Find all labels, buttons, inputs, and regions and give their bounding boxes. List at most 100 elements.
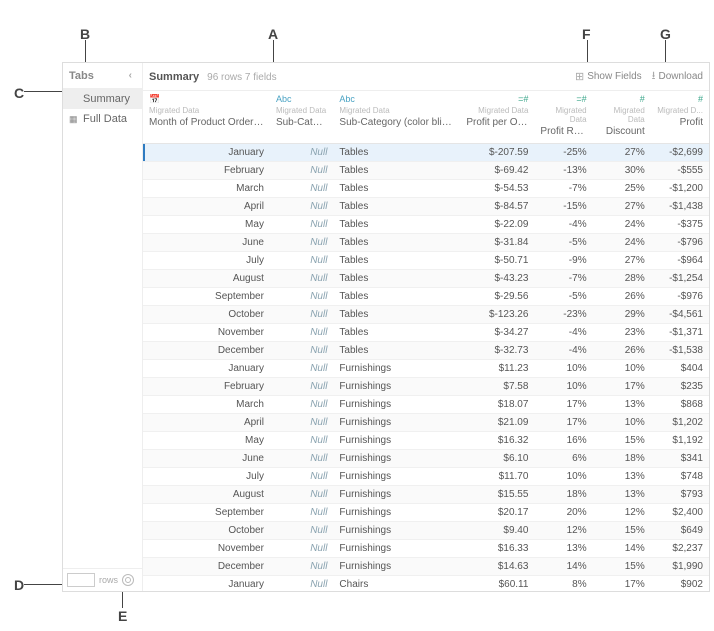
cell-discount: 15% xyxy=(593,432,651,450)
cell-subcategory2: Tables xyxy=(333,144,460,162)
column-header[interactable]: 📅Migrated DataMonth of Product Order Dat… xyxy=(143,91,270,144)
field-name: Profit xyxy=(657,117,703,128)
field-source: Migrated Data xyxy=(540,106,586,124)
cell-profit-ratio: -7% xyxy=(534,270,592,288)
sidebar-title: Tabs xyxy=(69,70,94,82)
cell-profit: -$964 xyxy=(651,252,709,270)
cell-discount: 25% xyxy=(593,180,651,198)
table-row[interactable]: AprilNullTables$-84.57-15%27%-$1,438 xyxy=(143,198,709,216)
table-row[interactable]: OctoberNullFurnishings$9.4012%15%$649 xyxy=(143,522,709,540)
cell-subcategory: Null xyxy=(270,432,333,450)
cell-profit-per-order: $11.70 xyxy=(460,468,534,486)
callout-E: E xyxy=(118,608,127,624)
cell-subcategory: Null xyxy=(270,324,333,342)
column-header[interactable]: #Migrated D...Profit xyxy=(651,91,709,144)
table-row[interactable]: JulyNullFurnishings$11.7010%13%$748 xyxy=(143,468,709,486)
tab-full-data[interactable]: ▦ Full Data xyxy=(63,109,142,129)
cell-discount: 27% xyxy=(593,198,651,216)
download-button[interactable]: ⭳ Download xyxy=(652,67,703,86)
table-row[interactable]: JuneNullTables$-31.84-5%24%-$796 xyxy=(143,234,709,252)
callout-leader xyxy=(587,40,588,64)
callout-leader xyxy=(665,40,666,64)
data-grid[interactable]: 📅Migrated DataMonth of Product Order Dat… xyxy=(143,91,709,591)
show-fields-button[interactable]: ⊞ Show Fields xyxy=(575,70,642,83)
table-row[interactable]: NovemberNullTables$-34.27-4%23%-$1,371 xyxy=(143,324,709,342)
cell-subcategory2: Furnishings xyxy=(333,540,460,558)
cell-profit-ratio: -5% xyxy=(534,234,592,252)
column-header[interactable]: AbcMigrated DataSub-Category (color blin… xyxy=(333,91,460,144)
cell-discount: 26% xyxy=(593,342,651,360)
cell-profit-per-order: $14.63 xyxy=(460,558,534,576)
table-row[interactable]: MayNullFurnishings$16.3216%15%$1,192 xyxy=(143,432,709,450)
table-row[interactable]: FebruaryNullFurnishings$7.5810%17%$235 xyxy=(143,378,709,396)
cell-profit-per-order: $-50.71 xyxy=(460,252,534,270)
field-name: Profit Ratio xyxy=(540,126,586,137)
column-header[interactable]: =#Migrated DataProfit Ratio xyxy=(534,91,592,144)
table-row[interactable]: OctoberNullTables$-123.26-23%29%-$4,561 xyxy=(143,306,709,324)
table-row[interactable]: DecemberNullFurnishings$14.6314%15%$1,99… xyxy=(143,558,709,576)
cell-subcategory: Null xyxy=(270,234,333,252)
table-row[interactable]: MarchNullFurnishings$18.0717%13%$868 xyxy=(143,396,709,414)
cell-subcategory2: Chairs xyxy=(333,576,460,592)
cell-subcategory2: Tables xyxy=(333,270,460,288)
column-header[interactable]: #Migrated DataDiscount xyxy=(593,91,651,144)
cell-month: February xyxy=(143,162,270,180)
cell-profit-ratio: 16% xyxy=(534,432,592,450)
tab-summary[interactable]: Summary xyxy=(63,89,142,109)
cell-subcategory: Null xyxy=(270,306,333,324)
cell-discount: 26% xyxy=(593,288,651,306)
table-row[interactable]: AugustNullTables$-43.23-7%28%-$1,254 xyxy=(143,270,709,288)
cell-profit: $793 xyxy=(651,486,709,504)
tab-list: Summary ▦ Full Data xyxy=(63,89,142,568)
table-row[interactable]: JanuaryNullTables$-207.59-25%27%-$2,699 xyxy=(143,144,709,162)
cell-profit-per-order: $-29.56 xyxy=(460,288,534,306)
cell-subcategory2: Furnishings xyxy=(333,378,460,396)
cell-profit-ratio: 17% xyxy=(534,414,592,432)
cell-discount: 27% xyxy=(593,144,651,162)
cell-profit: -$796 xyxy=(651,234,709,252)
table-row[interactable]: NovemberNullFurnishings$16.3313%14%$2,23… xyxy=(143,540,709,558)
cell-discount: 15% xyxy=(593,558,651,576)
app-window: Tabs ‹ Summary ▦ Full Data rows xyxy=(62,62,710,592)
cell-profit: $235 xyxy=(651,378,709,396)
column-header[interactable]: AbcMigrated DataSub-Category xyxy=(270,91,333,144)
table-row[interactable]: MarchNullTables$-54.53-7%25%-$1,200 xyxy=(143,180,709,198)
cell-month: August xyxy=(143,486,270,504)
cell-month: September xyxy=(143,288,270,306)
cell-month: December xyxy=(143,558,270,576)
table-row[interactable]: SeptemberNullTables$-29.56-5%26%-$976 xyxy=(143,288,709,306)
cell-month: January xyxy=(143,360,270,378)
cell-profit-ratio: -4% xyxy=(534,324,592,342)
collapse-sidebar-button[interactable]: ‹ xyxy=(125,69,136,82)
cell-subcategory: Null xyxy=(270,540,333,558)
cell-subcategory: Null xyxy=(270,162,333,180)
cell-profit: $868 xyxy=(651,396,709,414)
column-header[interactable]: =#Migrated DataProfit per Order xyxy=(460,91,534,144)
cell-profit-per-order: $6.10 xyxy=(460,450,534,468)
cell-subcategory2: Tables xyxy=(333,234,460,252)
table-row[interactable]: SeptemberNullFurnishings$20.1720%12%$2,4… xyxy=(143,504,709,522)
cell-profit-per-order: $-84.57 xyxy=(460,198,534,216)
cell-month: August xyxy=(143,270,270,288)
cell-month: January xyxy=(143,144,270,162)
table-row[interactable]: FebruaryNullTables$-69.42-13%30%-$555 xyxy=(143,162,709,180)
table-row[interactable]: JulyNullTables$-50.71-9%27%-$964 xyxy=(143,252,709,270)
table-row[interactable]: DecemberNullTables$-32.73-4%26%-$1,538 xyxy=(143,342,709,360)
cell-subcategory: Null xyxy=(270,270,333,288)
table-row[interactable]: AugustNullFurnishings$15.5518%13%$793 xyxy=(143,486,709,504)
cell-subcategory2: Tables xyxy=(333,198,460,216)
gear-icon[interactable] xyxy=(122,574,134,586)
cell-subcategory: Null xyxy=(270,486,333,504)
cell-subcategory2: Tables xyxy=(333,306,460,324)
cell-profit-ratio: -4% xyxy=(534,216,592,234)
table-row[interactable]: MayNullTables$-22.09-4%24%-$375 xyxy=(143,216,709,234)
cell-subcategory: Null xyxy=(270,414,333,432)
callout-C: C xyxy=(14,85,24,101)
table-row[interactable]: JanuaryNullChairs$60.118%17%$902 xyxy=(143,576,709,592)
table-row[interactable]: AprilNullFurnishings$21.0917%10%$1,202 xyxy=(143,414,709,432)
download-icon: ⭳ xyxy=(652,67,656,86)
table-row[interactable]: JanuaryNullFurnishings$11.2310%10%$404 xyxy=(143,360,709,378)
rows-input[interactable] xyxy=(67,573,95,587)
table-row[interactable]: JuneNullFurnishings$6.106%18%$341 xyxy=(143,450,709,468)
cell-month: September xyxy=(143,504,270,522)
